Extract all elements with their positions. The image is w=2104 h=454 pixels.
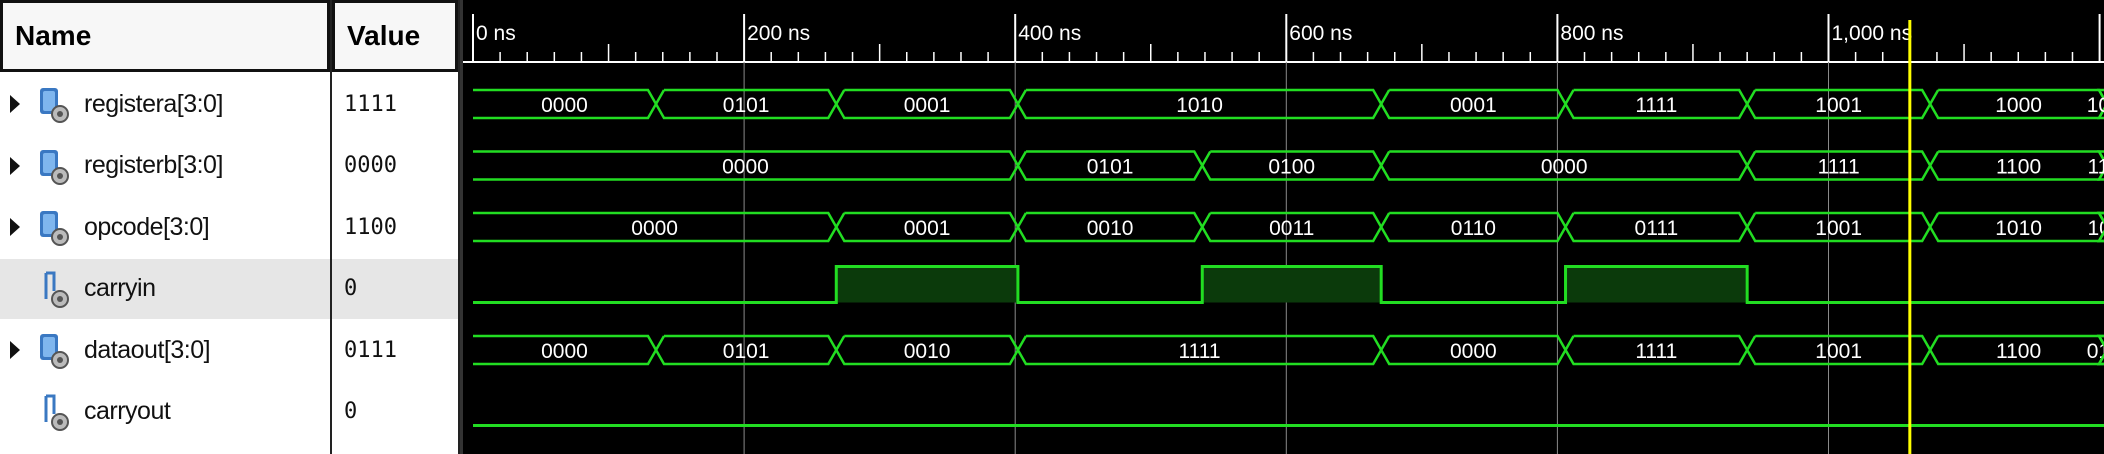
high-fill xyxy=(1202,266,1382,303)
signal-value: 0000 xyxy=(344,153,397,178)
time-label: 800 ns xyxy=(1560,22,1623,45)
bus-value-label: 0000 xyxy=(541,340,588,363)
bus-value-label: 1100 xyxy=(1996,340,2041,363)
bus-value-label: 0110 xyxy=(1451,217,1496,240)
bus-value-label: 1111 xyxy=(1818,156,1860,179)
expand-arrow-icon[interactable] xyxy=(8,212,34,242)
signal-value: 0 xyxy=(332,258,458,319)
name-column-header[interactable]: Name xyxy=(0,0,330,72)
bus-value-label: 0001 xyxy=(1450,94,1497,117)
waveform-opcode[interactable]: 0000000100100011011001111001101010111100… xyxy=(473,211,2104,243)
bus-icon xyxy=(34,330,74,370)
bus-value-label: 0101 xyxy=(723,340,770,363)
bus-value-label: 0001 xyxy=(904,94,951,117)
bus-value-label: 1010 xyxy=(1176,94,1223,117)
bus-value-label: 1010 xyxy=(1995,217,2042,240)
bus-icon xyxy=(34,146,74,186)
signal-name: opcode[3:0] xyxy=(84,212,210,241)
bit-icon xyxy=(34,392,74,432)
signal-row[interactable]: carryout xyxy=(0,382,330,442)
signal-name: dataout[3:0] xyxy=(84,335,211,364)
bit-icon xyxy=(34,269,74,309)
bus-value-label: 0101 xyxy=(1087,156,1134,179)
waveform-carryin[interactable] xyxy=(473,265,2104,304)
high-fill xyxy=(836,266,1018,303)
signal-value: 0 xyxy=(344,399,358,424)
name-column: Name registera[3:0] registerb[3:0] opcode[… xyxy=(0,0,332,454)
bus-value-label: 0101 xyxy=(723,94,770,117)
bus-value-label: 0000 xyxy=(1541,156,1588,179)
bus-value-label: 1111 xyxy=(1635,94,1677,117)
signal-name: carryout xyxy=(84,397,171,425)
signal-value: 0111 xyxy=(344,337,397,363)
bus-value-label: 0010 xyxy=(904,340,951,363)
bus-value-label: 0011 xyxy=(1269,217,1314,240)
value-column: Value 1111 0000 1100 0 0111 0 xyxy=(332,0,460,454)
time-label: 1,000 ns xyxy=(1832,22,1913,45)
signal-name: registera[3:0] xyxy=(84,89,223,118)
bus-value-label: 1100 xyxy=(1996,156,2041,179)
waveform-canvas[interactable]: 0 ns 200 ns 400 ns 600 ns 800 ns 1,000 ns 0000… xyxy=(463,0,2104,454)
waveform-registera[interactable]: 0000010100011010000111111001100010011111 xyxy=(473,88,2104,120)
bus-value-label: 0001 xyxy=(904,217,951,240)
bus-value-label: 0111 xyxy=(1635,217,1679,240)
time-ruler[interactable]: 0 ns 200 ns 400 ns 600 ns 800 ns 1,000 ns xyxy=(463,14,2104,63)
bus-value-label: 1001 xyxy=(1815,94,1862,117)
bus-value-label: 0000 xyxy=(541,94,588,117)
bus-icon xyxy=(34,207,74,247)
bus-value-label: 1001 xyxy=(2087,94,2104,117)
waveform-area[interactable]: 0 ns 200 ns 400 ns 600 ns 800 ns 1,000 ns 0000… xyxy=(460,0,2104,454)
bus-value-label: 1000 xyxy=(1995,94,2042,117)
expand-arrow-icon[interactable] xyxy=(8,335,34,365)
signal-name: carryin xyxy=(84,274,156,302)
signal-row[interactable]: registera[3:0] xyxy=(0,74,330,134)
bus-value-label: 1001 xyxy=(1815,217,1862,240)
time-label: 600 ns xyxy=(1289,22,1352,45)
signal-value: 1100 xyxy=(344,214,397,240)
bus-value-label: 1111 xyxy=(1179,340,1221,363)
signal-value: 1111 xyxy=(344,91,397,117)
bus-value-label: 1001 xyxy=(1815,340,1862,363)
time-label: 0 ns xyxy=(476,22,516,45)
signal-name: registerb[3:0] xyxy=(84,151,223,179)
high-fill xyxy=(1565,266,1748,303)
waveform-registerb[interactable]: 00000101010000001111110011010000 xyxy=(473,150,2104,181)
bus-value-label: 0000 xyxy=(631,217,678,240)
expand-arrow-icon[interactable] xyxy=(8,151,34,181)
signal-row[interactable]: carryin xyxy=(0,258,330,319)
bus-value-label: 0010 xyxy=(1087,217,1134,240)
bus-value-label: 1111 xyxy=(1635,340,1677,363)
signal-row[interactable]: dataout[3:0] xyxy=(0,320,330,380)
value-column-header[interactable]: Value xyxy=(332,0,458,72)
signal-row[interactable]: opcode[3:0] xyxy=(0,197,330,257)
bus-value-label: 0000 xyxy=(1450,340,1497,363)
bus-value-label: 1101 xyxy=(2087,156,2104,179)
bus-value-label: 0000 xyxy=(722,156,769,179)
bus-icon xyxy=(34,84,74,124)
bus-value-label: 0100 xyxy=(1268,156,1315,179)
time-label: 400 ns xyxy=(1018,22,1081,45)
waveform-dataout[interactable]: 0000010100101111000011111001110001000111… xyxy=(473,334,2104,366)
time-label: 200 ns xyxy=(747,22,810,45)
signal-row[interactable]: registerb[3:0] xyxy=(0,136,330,196)
expand-arrow-icon[interactable] xyxy=(8,89,34,119)
